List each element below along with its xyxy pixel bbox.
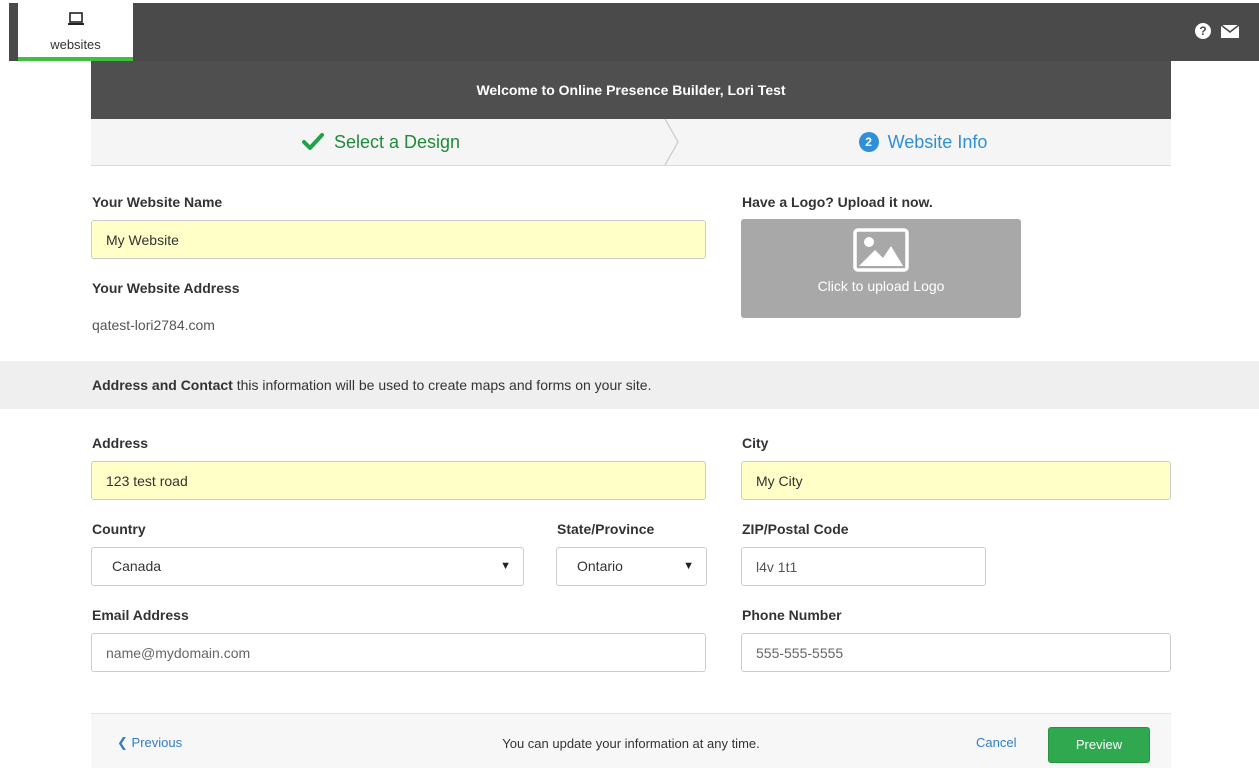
tab-websites[interactable]: websites bbox=[18, 0, 133, 61]
country-selected-value: Canada bbox=[112, 558, 162, 574]
country-select[interactable]: Canada ▼ bbox=[91, 547, 524, 586]
website-address-label: Your Website Address bbox=[92, 280, 240, 296]
section-title: Address and Contact bbox=[92, 377, 233, 393]
address-contact-section-bar: Address and Contact this information wil… bbox=[0, 361, 1259, 409]
image-icon bbox=[853, 228, 909, 272]
country-label: Country bbox=[92, 521, 146, 537]
checkmark-icon bbox=[301, 133, 324, 150]
phone-input[interactable] bbox=[741, 633, 1171, 672]
wizard-steps: Select a Design 2 Website Info bbox=[91, 119, 1171, 166]
step-select-design[interactable]: Select a Design bbox=[91, 119, 671, 165]
zip-label: ZIP/Postal Code bbox=[742, 521, 849, 537]
city-input[interactable] bbox=[741, 461, 1171, 500]
city-label: City bbox=[742, 435, 769, 451]
state-select[interactable]: Ontario ▼ bbox=[556, 547, 707, 586]
step-website-info-label: Website Info bbox=[887, 131, 988, 152]
address-label: Address bbox=[92, 435, 149, 451]
website-name-label: Your Website Name bbox=[92, 194, 223, 210]
step-select-design-label: Select a Design bbox=[333, 131, 461, 152]
welcome-banner: Welcome to Online Presence Builder, Lori… bbox=[91, 61, 1171, 119]
website-address-value: qatest-lori2784.com bbox=[92, 317, 215, 333]
address-input[interactable] bbox=[91, 461, 706, 500]
dropdown-caret-icon: ▼ bbox=[683, 560, 694, 572]
email-input[interactable] bbox=[91, 633, 706, 672]
upload-logo-button[interactable]: Click to upload Logo bbox=[741, 219, 1021, 318]
zip-input[interactable] bbox=[741, 547, 986, 586]
state-label: State/Province bbox=[557, 521, 655, 537]
top-bar-background bbox=[9, 3, 1259, 61]
tab-websites-label: websites bbox=[50, 37, 101, 52]
email-label: Email Address bbox=[92, 607, 189, 623]
mail-icon[interactable] bbox=[1221, 25, 1239, 38]
state-selected-value: Ontario bbox=[577, 558, 623, 574]
cancel-link[interactable]: Cancel bbox=[976, 735, 1016, 750]
section-description: this information will be used to create … bbox=[232, 377, 652, 393]
laptop-icon bbox=[68, 12, 84, 25]
dropdown-caret-icon: ▼ bbox=[500, 560, 511, 572]
website-name-input[interactable] bbox=[91, 220, 706, 259]
logo-upload-label: Have a Logo? Upload it now. bbox=[742, 194, 933, 210]
wizard-footer: ❮ Previous You can update your informati… bbox=[91, 713, 1171, 768]
preview-button[interactable]: Preview bbox=[1048, 727, 1150, 763]
help-icon[interactable]: ? bbox=[1195, 23, 1211, 39]
top-bar: websites ? bbox=[0, 0, 1259, 61]
step-number-badge: 2 bbox=[858, 132, 879, 152]
upload-logo-text: Click to upload Logo bbox=[817, 278, 945, 294]
step-website-info: 2 Website Info bbox=[675, 119, 1171, 165]
phone-label: Phone Number bbox=[742, 607, 842, 623]
